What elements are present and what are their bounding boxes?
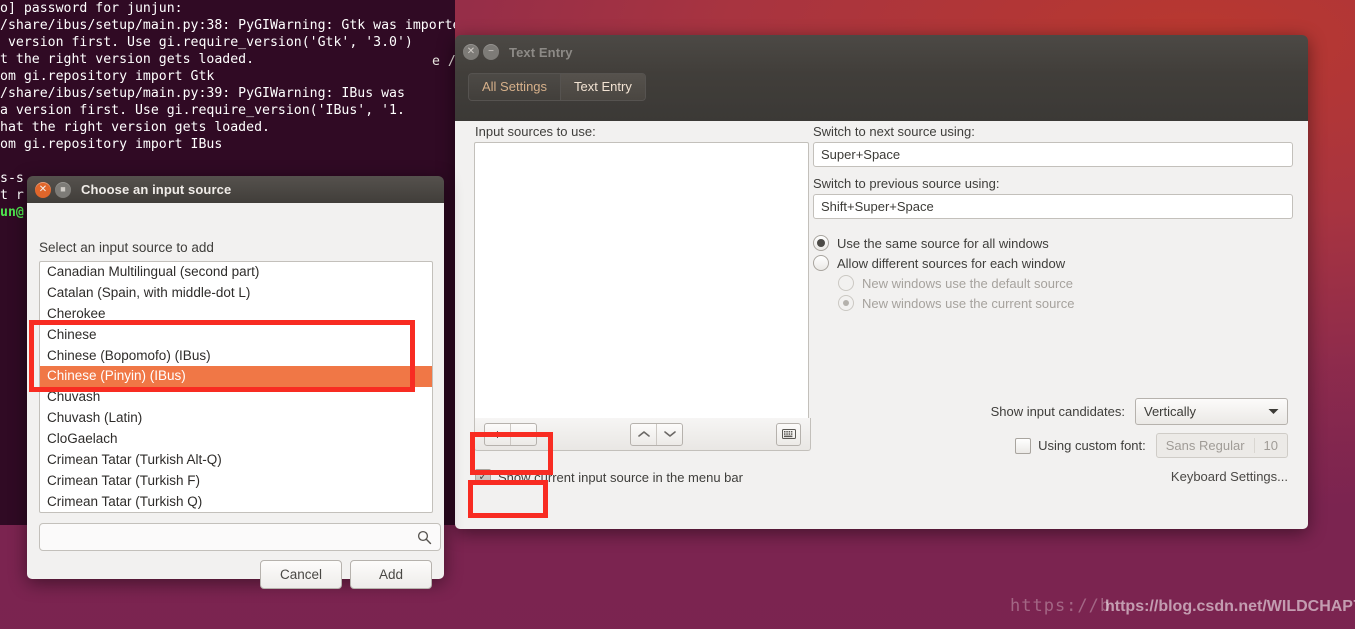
show-current-source-row: ✓ Show current input source in the menu … (475, 469, 743, 485)
terminal-line: om gi.repository import Gtk (0, 69, 215, 84)
maximize-icon[interactable]: ■ (55, 181, 71, 198)
minimize-icon[interactable]: − (483, 44, 499, 60)
search-input[interactable] (39, 523, 441, 551)
watermark-secondary: https://blog.csdn.net/WILDCHAP7 (1105, 598, 1355, 615)
input-source-list[interactable]: Canadian Multilingual (second part) Cata… (39, 261, 433, 513)
list-item[interactable]: Chuvash (Latin) (40, 408, 432, 429)
next-source-input[interactable]: Super+Space (813, 142, 1293, 167)
list-item[interactable]: Crimean Tatar (Turkish Alt-Q) (40, 450, 432, 471)
text-entry-window[interactable]: ✕ − Text Entry All Settings Text Entry I… (455, 35, 1308, 529)
shortcuts-column: Switch to next source using: Super+Space… (813, 124, 1293, 315)
input-sources-toolbar: + − (474, 418, 811, 451)
keyboard-layout-preview-button[interactable] (776, 422, 801, 446)
chooser-subtitle: Select an input source to add (39, 240, 214, 255)
custom-font-name: Sans Regular (1165, 438, 1245, 453)
terminal-tail-fragment: e / (432, 54, 455, 69)
terminal-line: o] password for junjun: (0, 1, 183, 16)
list-item[interactable]: Cherokee (40, 304, 432, 325)
remove-source-button[interactable]: − (510, 423, 536, 445)
terminal-line: /share/ibus/setup/main.py:38: PyGIWarnin… (0, 18, 455, 33)
terminal-line: hat the right version gets loaded. (0, 120, 270, 135)
add-source-button[interactable]: + (485, 424, 510, 445)
move-source-buttons[interactable] (630, 422, 683, 446)
text-entry-title: Text Entry (509, 44, 573, 60)
radio-label: Use the same source for all windows (837, 235, 1049, 251)
text-entry-titlebar[interactable]: ✕ − Text Entry (455, 35, 1308, 69)
keyboard-icon (781, 429, 796, 439)
list-item[interactable]: Canadian Multilingual (second part) (40, 262, 432, 283)
list-item[interactable]: Crimean Tatar (Turkish F) (40, 471, 432, 492)
chevron-down-icon[interactable] (656, 423, 682, 445)
chooser-titlebar-wrap: ✕ ■ Choose an input source (27, 176, 444, 203)
chooser-action-buttons: Cancel Add (260, 560, 432, 589)
list-item[interactable]: Chuvash (40, 387, 432, 408)
close-icon[interactable]: ✕ (463, 44, 479, 60)
search-icon (417, 530, 432, 544)
list-item[interactable]: Chinese (Bopomofo) (IBus) (40, 346, 432, 367)
show-input-candidates-label: Show input candidates: (990, 404, 1125, 419)
chooser-title: Choose an input source (81, 182, 232, 197)
chooser-body: Select an input source to add Canadian M… (27, 203, 444, 589)
radio-new-windows-default-source: New windows use the default source (838, 275, 1293, 291)
list-item[interactable]: CloGaelach (40, 429, 432, 450)
show-input-candidates-row: Show input candidates: Vertically (991, 398, 1288, 425)
using-custom-font-checkbox[interactable] (1015, 437, 1032, 454)
choose-input-source-dialog[interactable]: ✕ ■ Choose an input source Select an inp… (27, 176, 444, 589)
terminal-line: t the right version gets loaded. (0, 52, 255, 67)
terminal-line: /share/ibus/setup/main.py:39: PyGIWarnin… (0, 86, 405, 101)
terminal-line: version first. Use gi.require_version('G… (0, 35, 413, 50)
radio-same-source-all-windows[interactable]: Use the same source for all windows (813, 235, 1293, 251)
text-entry-body: Input sources to use: + − Switch to next… (455, 121, 1308, 529)
radio-new-windows-current-source: New windows use the current source (838, 295, 1293, 311)
radio-icon (838, 295, 854, 311)
list-item[interactable]: Chinese (40, 325, 432, 346)
chooser-titlebar[interactable]: ✕ ■ Choose an input source (27, 176, 444, 203)
list-item-selected[interactable]: Chinese (Pinyin) (IBus) (40, 366, 432, 388)
radio-icon[interactable] (813, 255, 829, 271)
add-button[interactable]: Add (350, 560, 432, 589)
tab-text-entry[interactable]: Text Entry (560, 74, 645, 100)
close-icon[interactable]: ✕ (35, 181, 51, 198)
custom-font-button[interactable]: Sans Regular 10 (1155, 433, 1288, 458)
cancel-button[interactable]: Cancel (260, 560, 342, 589)
next-source-label: Switch to next source using: (813, 124, 975, 139)
using-custom-font-label: Using custom font: (1038, 438, 1146, 453)
list-item[interactable]: Catalan (Spain, with middle-dot L) (40, 283, 432, 304)
radio-label: New windows use the default source (862, 275, 1074, 291)
radio-different-sources-each-window[interactable]: Allow different sources for each window (813, 255, 1293, 271)
chevron-down-icon (1268, 409, 1279, 414)
radio-icon[interactable] (813, 235, 829, 251)
chevron-down-icon (663, 431, 676, 437)
watermark-primary: https://b (1010, 596, 1112, 616)
text-entry-header: ✕ − Text Entry All Settings Text Entry (455, 35, 1308, 121)
radio-icon (838, 275, 854, 291)
keyboard-settings-link[interactable]: Keyboard Settings... (1171, 469, 1288, 484)
chevron-up-icon (637, 431, 650, 437)
terminal-line: om gi.repository import IBus (0, 137, 223, 152)
list-item[interactable]: Crimean Tatar (Turkish Q) (40, 492, 432, 512)
chevron-up-icon[interactable] (631, 424, 656, 445)
previous-source-input[interactable]: Shift+Super+Space (813, 194, 1293, 219)
input-sources-list[interactable] (474, 142, 809, 420)
using-custom-font-row: Using custom font: Sans Regular 10 (1015, 433, 1288, 458)
show-current-source-checkbox[interactable]: ✓ (475, 469, 491, 485)
radio-label: New windows use the current source (862, 295, 1075, 311)
input-sources-label: Input sources to use: (475, 124, 596, 139)
text-entry-tabs[interactable]: All Settings Text Entry (468, 73, 646, 101)
add-remove-source-buttons[interactable]: + − (484, 422, 537, 446)
select-value: Vertically (1144, 404, 1197, 419)
show-input-candidates-select[interactable]: Vertically (1135, 398, 1288, 425)
terminal-line: a version first. Use gi.require_version(… (0, 103, 405, 118)
previous-source-label: Switch to previous source using: (813, 176, 1000, 191)
show-current-source-label: Show current input source in the menu ba… (498, 469, 743, 485)
custom-font-size: 10 (1253, 438, 1287, 453)
radio-label: Allow different sources for each window (837, 255, 1066, 271)
tab-all-settings[interactable]: All Settings (469, 74, 561, 100)
